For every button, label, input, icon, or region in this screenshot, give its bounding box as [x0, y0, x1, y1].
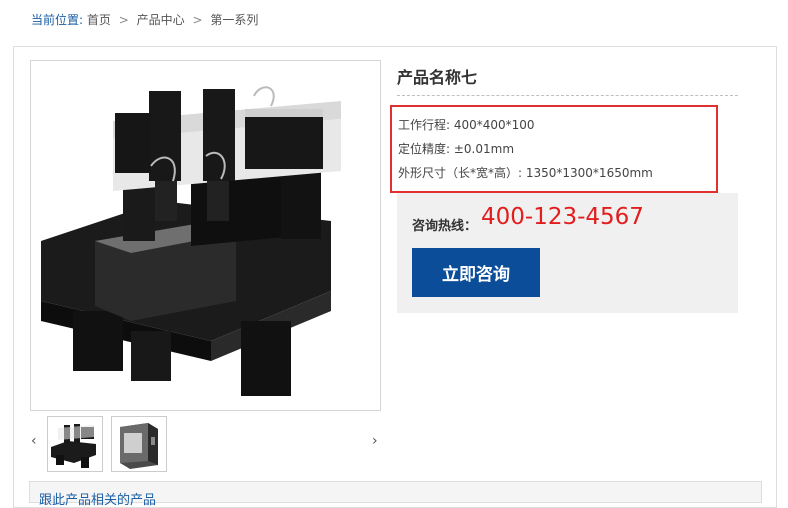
spec-dimensions: 外形尺寸（长*宽*高）: 1350*1300*1650mm — [398, 166, 653, 180]
consult-now-button[interactable]: 立即咨询 — [412, 248, 540, 297]
breadcrumb-product-center-link[interactable]: 产品中心 — [137, 13, 185, 27]
main-product-image — [30, 60, 381, 411]
spec-list: 工作行程: 400*400*100 定位精度: ±0.01mm 外形尺寸（长*宽… — [390, 105, 718, 193]
product-title: 产品名称七 — [397, 68, 478, 87]
related-products-label: 跟此产品相关的产品 — [39, 493, 157, 508]
breadcrumb-home-link[interactable]: 首页 — [87, 13, 111, 27]
breadcrumb-separator: > — [118, 13, 129, 27]
breadcrumb-separator: > — [192, 13, 203, 27]
gallery-next-arrow-icon[interactable]: › — [372, 433, 378, 449]
cnc-machine-image — [41, 86, 341, 396]
breadcrumb-series-link[interactable]: 第一系列 — [210, 13, 258, 27]
breadcrumb: 当前位置: 首页 > 产品中心 > 第一系列 — [31, 11, 258, 28]
related-products-bar: 跟此产品相关的产品 — [29, 481, 762, 508]
hotline-number: 400-123-4567 — [481, 204, 644, 230]
spec-work-travel: 工作行程: 400*400*100 — [398, 118, 535, 132]
thumbnail-1[interactable] — [47, 416, 103, 472]
spec-positioning-accuracy: 定位精度: ±0.01mm — [398, 142, 515, 156]
breadcrumb-lead: 当前位置: — [31, 13, 84, 27]
hotline-label: 咨询热线： — [412, 219, 478, 234]
thumbnail-2[interactable] — [111, 416, 167, 472]
thumbnail-machine-image — [51, 424, 96, 468]
hotline-box: 咨询热线： 400-123-4567 立即咨询 — [397, 193, 738, 313]
gallery-prev-arrow-icon[interactable]: ‹ — [31, 433, 37, 449]
title-divider — [397, 95, 738, 96]
thumbnail-enclosed-machine-image — [120, 423, 158, 469]
